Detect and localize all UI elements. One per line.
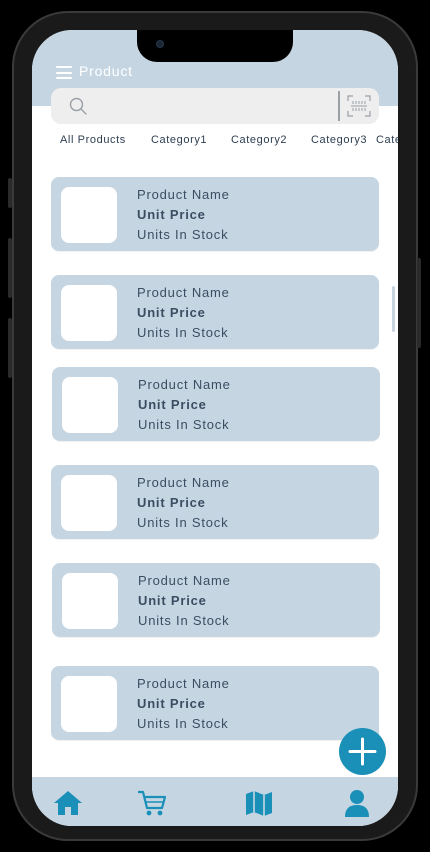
side-button-volume-down: [8, 318, 12, 378]
plus-icon: [348, 737, 377, 766]
search-bar[interactable]: [51, 88, 379, 124]
product-name: Product Name: [137, 187, 230, 202]
product-card[interactable]: Product Name Unit Price Units In Stock: [52, 563, 380, 637]
tab-category3[interactable]: Category3: [311, 134, 367, 146]
product-name: Product Name: [137, 676, 230, 691]
add-product-button[interactable]: [339, 728, 386, 775]
product-card[interactable]: Product Name Unit Price Units In Stock: [51, 465, 379, 539]
product-image: [61, 475, 117, 531]
product-image: [61, 676, 117, 732]
product-stock: Units In Stock: [138, 417, 230, 432]
product-image: [61, 187, 117, 243]
product-price: Unit Price: [137, 696, 206, 711]
scrollbar[interactable]: [392, 286, 395, 332]
home-icon[interactable]: [52, 788, 84, 818]
product-stock: Units In Stock: [137, 716, 229, 731]
product-stock: Units In Stock: [137, 227, 229, 242]
page-title: Product: [79, 63, 133, 79]
product-card[interactable]: Product Name Unit Price Units In Stock: [51, 275, 379, 349]
side-button-power: [417, 258, 421, 348]
app-screen: Product All Products Category1 Category2…: [32, 30, 398, 826]
product-name: Product Name: [137, 475, 230, 490]
product-card[interactable]: Product Name Unit Price Units In Stock: [52, 367, 380, 441]
product-name: Product Name: [138, 377, 231, 392]
product-price: Unit Price: [138, 397, 207, 412]
product-image: [61, 285, 117, 341]
product-image: [62, 573, 118, 629]
product-name: Product Name: [137, 285, 230, 300]
tab-category2[interactable]: Category2: [231, 134, 287, 146]
cart-icon[interactable]: [136, 788, 168, 818]
search-divider: [338, 91, 340, 121]
product-stock: Units In Stock: [138, 613, 230, 628]
product-price: Unit Price: [138, 593, 207, 608]
barcode-scan-icon[interactable]: [347, 95, 371, 117]
product-price: Unit Price: [137, 305, 206, 320]
tab-category1[interactable]: Category1: [151, 134, 207, 146]
product-stock: Units In Stock: [137, 515, 229, 530]
tab-all-products[interactable]: All Products: [60, 134, 126, 146]
product-card[interactable]: Product Name Unit Price Units In Stock: [51, 666, 379, 740]
map-icon[interactable]: [243, 788, 275, 818]
product-price: Unit Price: [137, 207, 206, 222]
side-button-mute: [8, 178, 12, 208]
product-name: Product Name: [138, 573, 231, 588]
tab-category4[interactable]: Category4: [376, 134, 398, 146]
product-card[interactable]: Product Name Unit Price Units In Stock: [51, 177, 379, 251]
search-icon: [69, 97, 87, 115]
product-image: [62, 377, 118, 433]
product-price: Unit Price: [137, 495, 206, 510]
category-tabs: All Products Category1 Category2 Categor…: [32, 134, 398, 152]
user-icon[interactable]: [341, 788, 373, 818]
product-stock: Units In Stock: [137, 325, 229, 340]
bottom-nav: [32, 777, 398, 826]
camera-icon: [156, 40, 164, 48]
menu-icon[interactable]: [56, 66, 72, 79]
side-button-volume-up: [8, 238, 12, 298]
